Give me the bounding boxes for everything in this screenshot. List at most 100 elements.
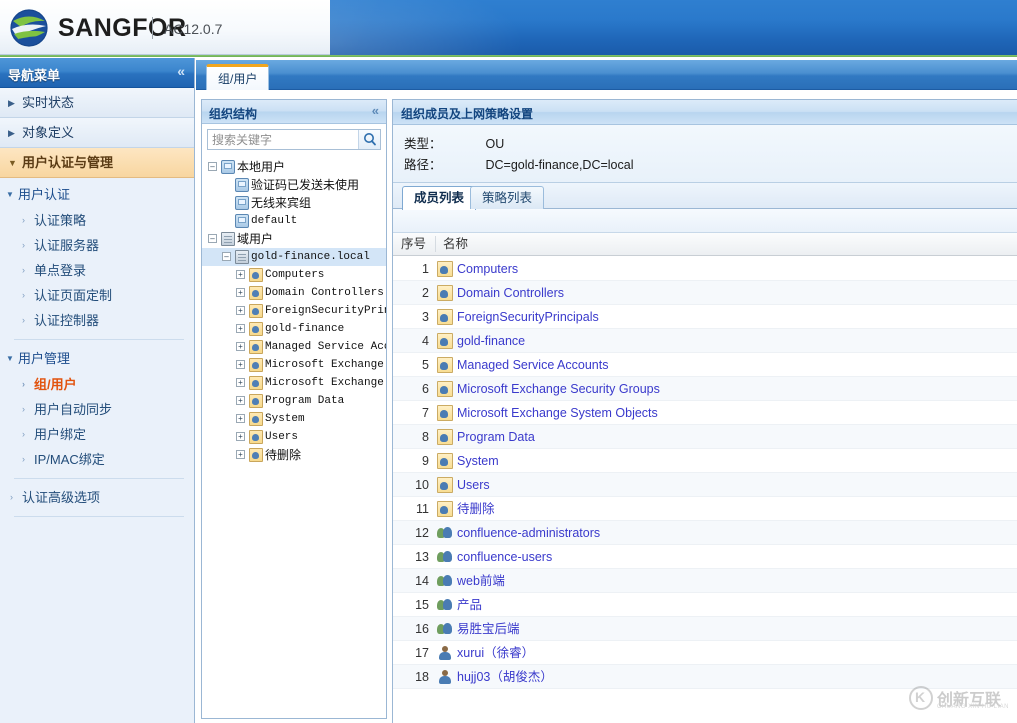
sidebar-item-auth-server[interactable]: › 认证服务器 [0, 233, 194, 258]
tree-node[interactable]: + Domain Controllers [202, 284, 386, 302]
row-name-link[interactable]: Microsoft Exchange Security Groups [457, 377, 660, 401]
sidebar-item-auth-advanced-options[interactable]: › 认证高级选项 [0, 485, 194, 510]
tree-node[interactable]: + Microsoft Exchange Security Groups [202, 356, 386, 374]
nav-item-realtime-status[interactable]: ▶ 实时状态 [0, 88, 194, 118]
search-input[interactable] [208, 130, 360, 149]
table-row[interactable]: 8 Program Data [393, 425, 1017, 449]
tree-node[interactable]: + System [202, 410, 386, 428]
tree-node[interactable]: 验证码已发送未使用 [202, 176, 386, 194]
row-name-link[interactable]: Computers [457, 257, 518, 281]
tree-node[interactable]: 无线来宾组 [202, 194, 386, 212]
ou-icon [437, 381, 453, 397]
tab-group-user[interactable]: 组/用户 [206, 64, 270, 90]
table-row[interactable]: 4 gold-finance [393, 329, 1017, 353]
table-row[interactable]: 5 Managed Service Accounts [393, 353, 1017, 377]
tree-node[interactable]: – 本地用户 [202, 158, 386, 176]
sidebar-item-user-auto-sync[interactable]: › 用户自动同步 [0, 397, 194, 422]
tree-node[interactable]: – 域用户 [202, 230, 386, 248]
tree-expand-icon[interactable]: + [236, 360, 245, 369]
row-name-link[interactable]: Users [457, 473, 490, 497]
row-name-link[interactable]: 易胜宝后端 [457, 617, 520, 641]
row-name-link[interactable]: gold-finance [457, 329, 525, 353]
chevron-double-left-icon[interactable]: « [177, 63, 185, 79]
tree-expand-icon[interactable]: + [236, 288, 245, 297]
row-name-link[interactable]: Microsoft Exchange System Objects [457, 401, 658, 425]
sidebar-item-auth-controller[interactable]: › 认证控制器 [0, 308, 194, 333]
table-row[interactable]: 1 Computers [393, 257, 1017, 281]
tree-expand-icon[interactable]: + [236, 324, 245, 333]
tree-collapse-icon[interactable]: – [222, 252, 231, 261]
table-row[interactable]: 10 Users [393, 473, 1017, 497]
tab-member-list[interactable]: 成员列表 [402, 186, 477, 210]
tree-expand-icon[interactable]: + [236, 342, 245, 351]
tree-node[interactable]: + 待删除 [202, 446, 386, 464]
tree-node[interactable]: + Users [202, 428, 386, 446]
row-name-link[interactable]: 产品 [457, 593, 482, 617]
sidebar-item-sso[interactable]: › 单点登录 [0, 258, 194, 283]
table-row[interactable]: 6 Microsoft Exchange Security Groups [393, 377, 1017, 401]
content-panel: 组织成员及上网策略设置 类型： OU 路径： DC=gold-finance,D… [392, 99, 1017, 723]
tree-node[interactable]: + gold-finance [202, 320, 386, 338]
row-name-link[interactable]: confluence-users [457, 545, 552, 569]
table-row[interactable]: 9 System [393, 449, 1017, 473]
tree-node[interactable]: + Program Data [202, 392, 386, 410]
tree-expand-icon[interactable]: + [236, 414, 245, 423]
tree-node[interactable]: default [202, 212, 386, 230]
row-name-link[interactable]: System [457, 449, 499, 473]
row-name-link[interactable]: xurui（徐睿） [457, 641, 534, 665]
table-row[interactable]: 16 易胜宝后端 [393, 617, 1017, 641]
column-header-index[interactable]: 序号 [401, 233, 426, 255]
tree-expand-icon[interactable]: + [236, 306, 245, 315]
sidebar-item-user-binding[interactable]: › 用户绑定 [0, 422, 194, 447]
table-row[interactable]: 12 confluence-administrators [393, 521, 1017, 545]
nav-item-user-auth-management[interactable]: ▼ 用户认证与管理 [0, 148, 194, 178]
sidebar-item-auth-policy[interactable]: › 认证策略 [0, 208, 194, 233]
nav-group-user-management[interactable]: ▼ 用户管理 [0, 346, 194, 372]
nav-item-object-definition[interactable]: ▶ 对象定义 [0, 118, 194, 148]
column-divider[interactable] [435, 236, 436, 252]
server-icon [221, 232, 235, 246]
row-name-link[interactable]: Domain Controllers [457, 281, 564, 305]
table-row[interactable]: 13 confluence-users [393, 545, 1017, 569]
sidebar-item-group-user[interactable]: › 组/用户 [0, 372, 194, 397]
tree-expand-icon[interactable]: + [236, 450, 245, 459]
row-name-link[interactable]: confluence-administrators [457, 521, 600, 545]
tree-collapse-icon[interactable]: – [208, 234, 217, 243]
tree-node[interactable]: + Microsoft Exchange System Objects [202, 374, 386, 392]
table-row[interactable]: 17 xurui（徐睿） [393, 641, 1017, 665]
table-row[interactable]: 11 待删除 [393, 497, 1017, 521]
tree-node[interactable]: – gold-finance.local [202, 248, 386, 266]
table-row[interactable]: 2 Domain Controllers [393, 281, 1017, 305]
row-name-link[interactable]: Program Data [457, 425, 535, 449]
tree-expand-icon[interactable]: + [236, 378, 245, 387]
tree-node-label: 无线来宾组 [251, 196, 312, 210]
table-row[interactable]: 18 hujj03（胡俊杰） [393, 665, 1017, 689]
row-name-link[interactable]: 待删除 [457, 497, 495, 521]
column-header-name[interactable]: 名称 [443, 233, 468, 255]
table-row[interactable]: 15 产品 [393, 593, 1017, 617]
sidebar-item-auth-page-custom[interactable]: › 认证页面定制 [0, 283, 194, 308]
sidebar-item-ip-mac-binding[interactable]: › IP/MAC绑定 [0, 447, 194, 472]
row-name-link[interactable]: hujj03（胡俊杰） [457, 665, 553, 689]
chevron-double-left-icon[interactable]: « [372, 103, 379, 118]
tree-node-list[interactable]: – 本地用户 验证码已发送未使用无线来宾组 default – 域用户 – gold-fina… [202, 156, 386, 718]
tab-policy-list[interactable]: 策略列表 [470, 186, 545, 209]
table-row[interactable]: 3 ForeignSecurityPrincipals [393, 305, 1017, 329]
tree-expand-icon[interactable]: + [236, 396, 245, 405]
table-row[interactable]: 14 web前端 [393, 569, 1017, 593]
table-row[interactable]: 7 Microsoft Exchange System Objects [393, 401, 1017, 425]
row-name-link[interactable]: Managed Service Accounts [457, 353, 608, 377]
grid-toolbar [393, 209, 1017, 233]
tree-node[interactable]: + Computers [202, 266, 386, 284]
tree-node-label: default [251, 215, 298, 227]
row-name-link[interactable]: ForeignSecurityPrincipals [457, 305, 599, 329]
tree-collapse-icon[interactable]: – [208, 162, 217, 171]
search-icon[interactable] [358, 130, 380, 149]
grid-body-scroll[interactable]: 1 Computers 2 Domain Controllers 3 ForeignSec… [393, 257, 1017, 723]
tree-expand-icon[interactable]: + [236, 270, 245, 279]
tree-expand-icon[interactable]: + [236, 432, 245, 441]
tree-node[interactable]: + Managed Service Accounts [202, 338, 386, 356]
tree-node[interactable]: + ForeignSecurityPrincipals [202, 302, 386, 320]
row-name-link[interactable]: web前端 [457, 569, 505, 593]
nav-group-user-auth[interactable]: ▼ 用户认证 [0, 182, 194, 208]
